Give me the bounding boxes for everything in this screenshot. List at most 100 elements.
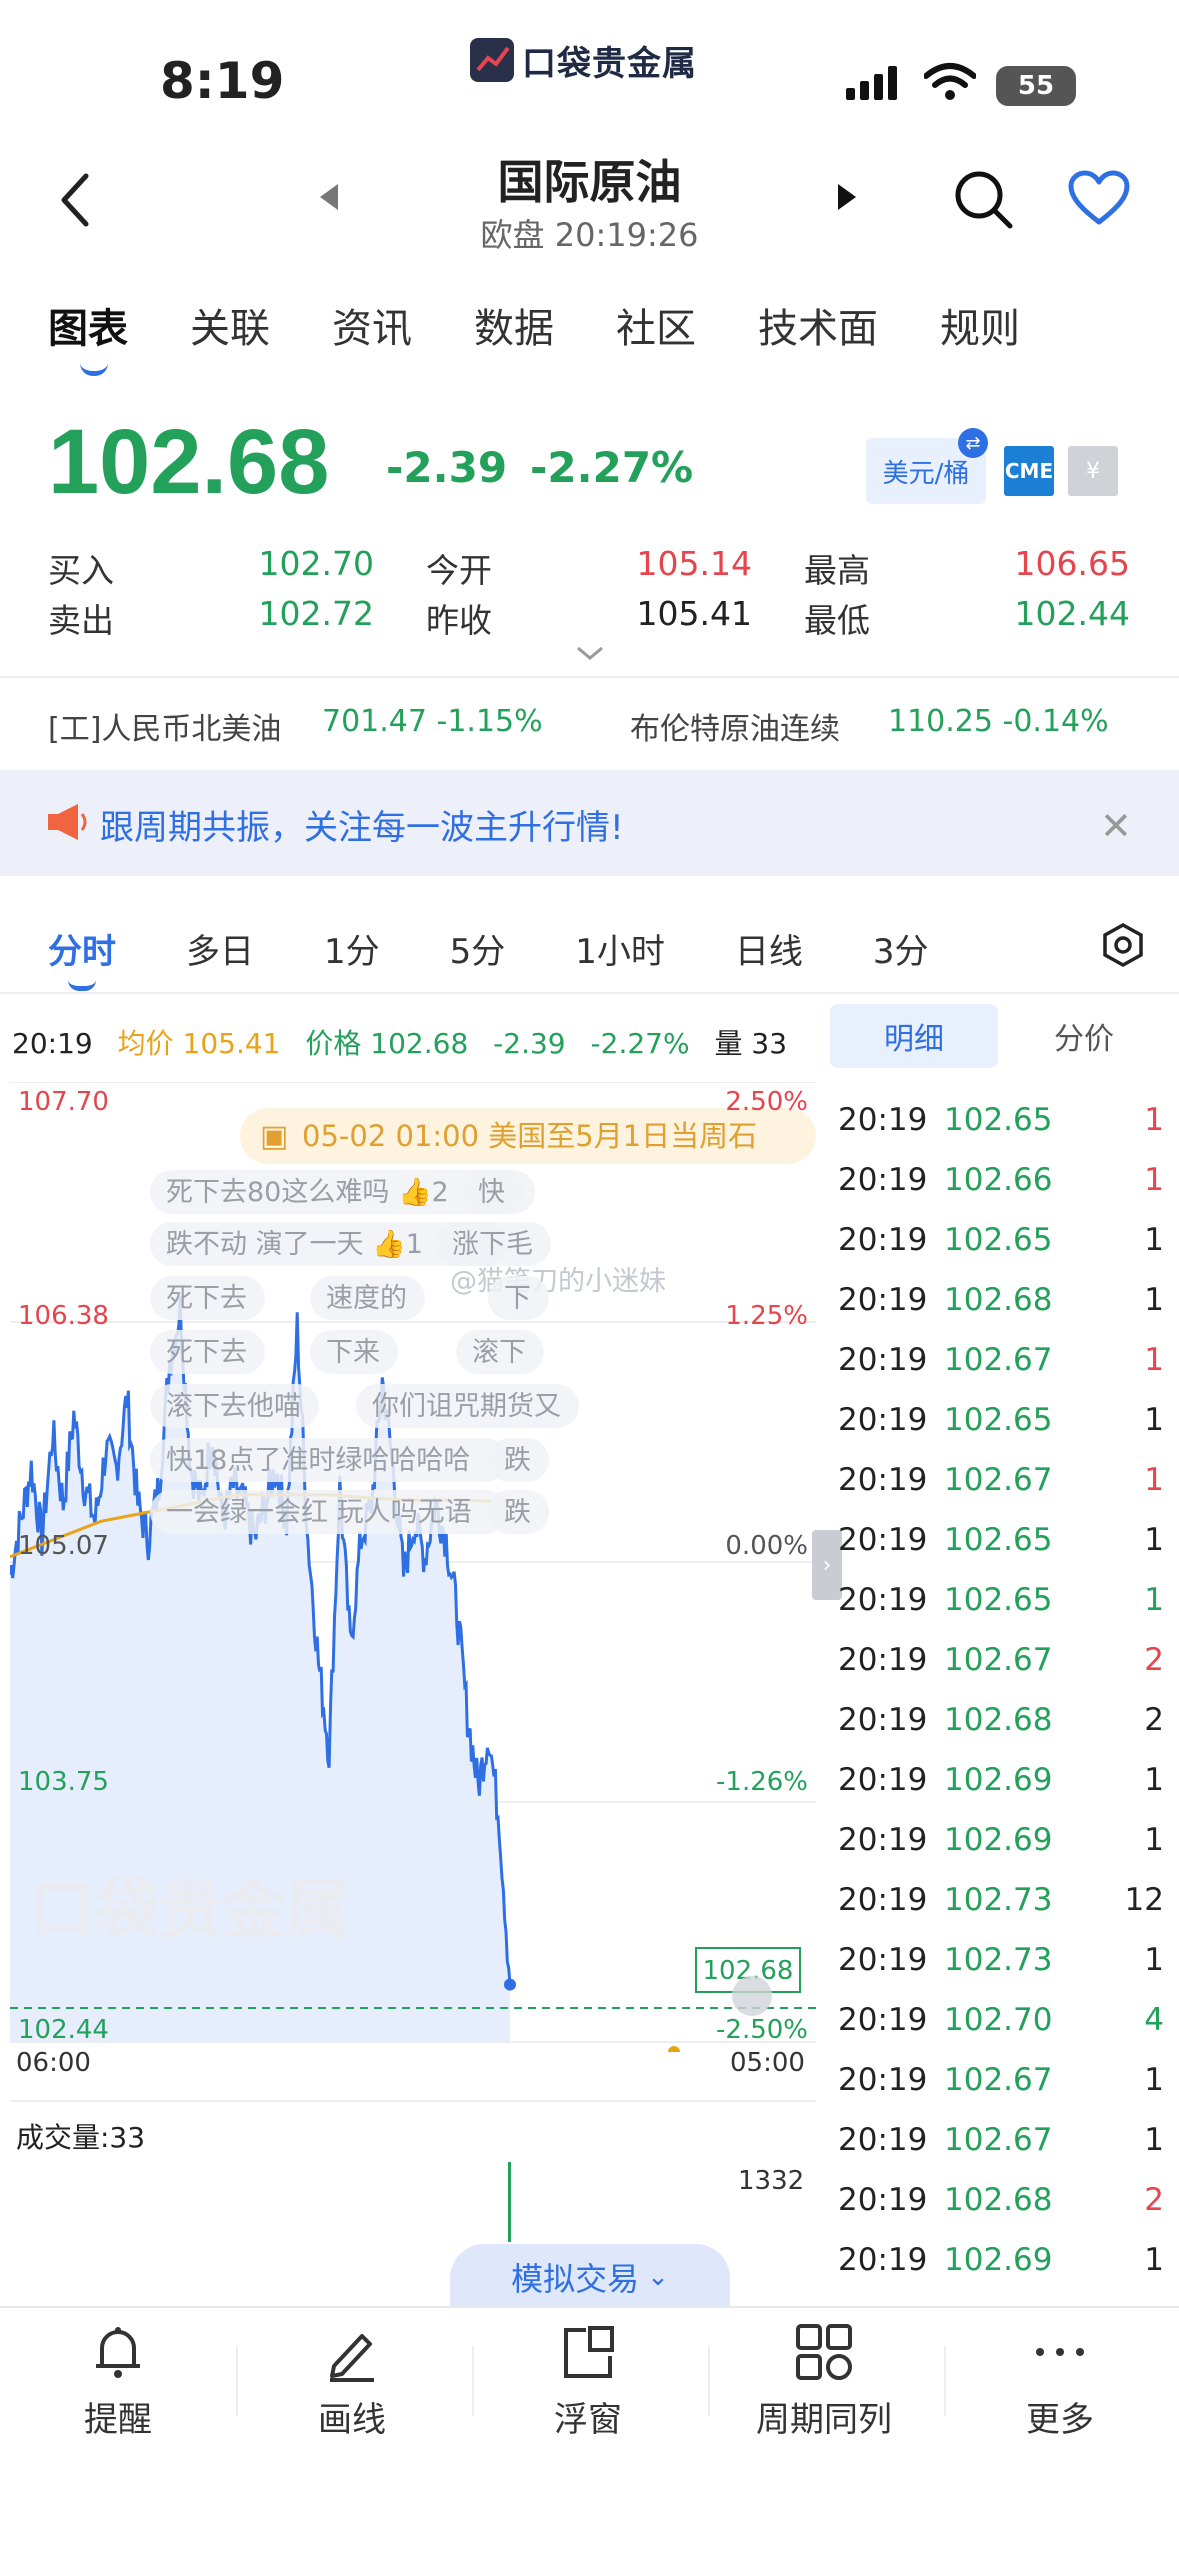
trade-time: 20:19 [838,1882,928,1918]
info-change: -2.39 [493,1027,566,1060]
expand-chevron-icon[interactable] [574,644,606,666]
trade-volume: 1 [1144,1582,1164,1618]
trade-price: 102.73 [944,1942,1053,1978]
period-tab-1m[interactable]: 1分 [324,924,380,973]
trade-row: 20:19 102.69 1 [818,1810,1179,1870]
period-tab-1h[interactable]: 1小时 [575,924,665,973]
wifi-icon [923,62,977,106]
trade-row: 20:19 102.68 2 [818,1690,1179,1750]
trade-time: 20:19 [838,1462,928,1498]
tab-data[interactable]: 数据 [474,296,554,354]
tab-news[interactable]: 资讯 [332,296,412,354]
trade-price: 102.67 [944,1342,1053,1378]
danmaku-text: 滚下 [472,1337,526,1368]
sim-trade-button[interactable]: 模拟交易 ⌄ [450,2244,730,2310]
trade-time: 20:19 [838,1582,928,1618]
intraday-chart[interactable]: 口袋贵金属 ▣ 05-02 01:00 美国至5月1日当周石 @猫笔刀的小迷妹 … [10,1082,816,2052]
divider [944,2346,946,2416]
trade-row: 20:19 102.65 1 [818,1390,1179,1450]
trade-time: 20:19 [838,2122,928,2158]
grid-icon [796,2324,852,2380]
trade-price: 102.65 [944,1582,1053,1618]
swap-icon: ⇄ [958,428,988,458]
trade-volume: 1 [1144,1942,1164,1978]
trade-price: 102.67 [944,1642,1053,1678]
prev-close-label: 昨收 [426,601,492,640]
trade-row: 20:19 102.65 1 [818,1210,1179,1270]
tab-chart[interactable]: 图表 [48,296,128,376]
volume-max: 1332 [738,2166,805,2196]
fullscreen-icon[interactable] [732,1976,772,2016]
draw-line-label: 画线 [318,2400,386,2440]
danmaku-text: 跌 [504,1445,531,1476]
rmb-icon[interactable]: ¥ [1068,446,1118,496]
tab-community[interactable]: 社区 [616,296,696,354]
period-tab-intraday[interactable]: 分时 [48,924,116,991]
info-price: 价格 102.68 [305,1027,469,1060]
y-left-2: 106.38 [18,1301,109,1331]
trade-volume: 1 [1144,2122,1164,2158]
trade-price: 102.68 [944,1702,1053,1738]
y-left-min: 102.44 [18,2015,109,2045]
trade-list[interactable]: 20:19 102.65 1 20:19 102.66 1 20:19 102.65 1 20:1… [818,1090,1179,2290]
trade-time: 20:19 [838,2002,928,2038]
tab-trade-detail[interactable]: 明细 [830,1004,998,1068]
trade-time: 20:19 [838,1762,928,1798]
related-name-2[interactable]: 布伦特原油连续 [630,704,840,748]
trade-price: 102.70 [944,2002,1053,2038]
trade-time: 20:19 [838,1342,928,1378]
next-instrument-icon[interactable] [836,182,858,216]
related-name-1[interactable]: [工]人民币北美油 [48,704,281,748]
high-value: 106.65 [1014,544,1130,583]
info-volume: 量 33 [714,1027,788,1060]
float-window-button[interactable]: 浮窗 [508,2322,668,2441]
pencil-icon [330,2334,374,2382]
logo-mark-icon [470,38,514,82]
settings-hex-icon[interactable] [1100,922,1146,972]
divider [10,2100,816,2102]
alert-label: 提醒 [84,2400,152,2440]
alert-button[interactable]: 提醒 [38,2322,198,2441]
tab-rules[interactable]: 规则 [940,296,1020,354]
trade-price: 102.67 [944,2062,1053,2098]
bid-value: 102.70 [258,544,374,583]
exchange-badge: CME [1004,446,1054,496]
calendar-icon: ▣ [260,1119,288,1154]
trade-row: 20:19 102.67 1 [818,2050,1179,2110]
tab-price-distribution[interactable]: 分价 [1000,1004,1168,1068]
related-value-2: 110.25 -0.14% [888,704,1109,739]
trade-price: 102.65 [944,1222,1053,1258]
price-change: -2.39 [386,443,508,492]
danmaku-text: 下来 [326,1337,380,1368]
close-icon[interactable]: ✕ [1100,804,1132,848]
trade-price: 102.73 [944,1882,1053,1918]
tab-technical[interactable]: 技术面 [758,296,878,354]
volume-label: 成交量:33 [16,2121,146,2154]
period-tab-5m[interactable]: 5分 [450,924,506,973]
bid-label: 买入 [48,551,114,590]
trade-price: 102.68 [944,2182,1053,2218]
favorite-heart-icon[interactable] [1068,170,1130,230]
danmaku-text: 死下去 [166,1283,247,1314]
period-compare-button[interactable]: 周期同列 [744,2322,904,2441]
trade-row: 20:19 102.67 1 [818,1450,1179,1510]
draw-line-button[interactable]: 画线 [272,2322,432,2441]
period-tab-daily[interactable]: 日线 [735,924,803,973]
trade-row: 20:19 102.68 1 [818,1270,1179,1330]
period-tab-multiday[interactable]: 多日 [186,924,254,973]
more-button[interactable]: 更多 [980,2322,1140,2441]
trade-volume: 4 [1144,2002,1164,2038]
trade-volume: 1 [1144,2062,1164,2098]
x-axis-start: 06:00 [16,2048,91,2078]
search-icon[interactable] [952,168,1014,234]
divider [236,2346,238,2416]
trade-time: 20:19 [838,1222,928,1258]
trade-row: 20:19 102.67 1 [818,1330,1179,1390]
tab-related[interactable]: 关联 [190,296,270,354]
info-change-pct: -2.27% [590,1027,690,1060]
trade-row: 20:19 102.73 12 [818,1870,1179,1930]
trade-row: 20:19 102.69 1 [818,1750,1179,1810]
trade-time: 20:19 [838,1402,928,1438]
period-tab-3m[interactable]: 3分 [873,924,929,973]
trade-row: 20:19 102.65 1 [818,1090,1179,1150]
